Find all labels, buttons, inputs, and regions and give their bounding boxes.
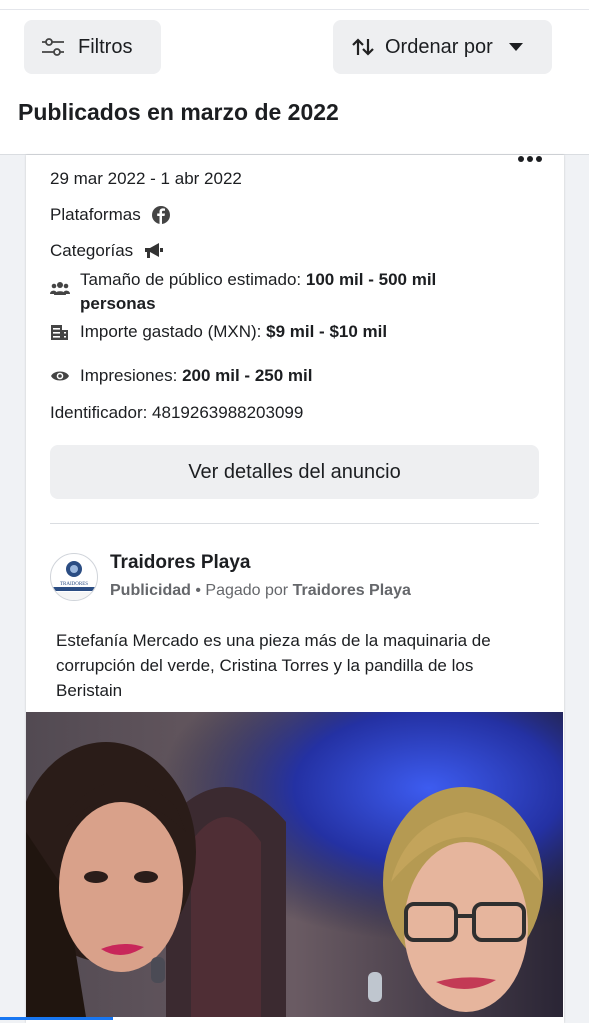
audience-row: Tamaño de público estimado: 100 mil - 50… [50,268,436,316]
section-title: Publicados en marzo de 2022 [18,99,339,125]
audience-label: Tamaño de público estimado: [80,270,306,289]
post-image[interactable] [26,712,563,1017]
money-icon [50,322,70,342]
facebook-icon [151,205,171,225]
megaphone-icon [143,242,165,260]
more-dots-icon[interactable] [517,150,543,168]
scroll-indicator [0,1017,113,1020]
post-meta: Publicidad • Pagado por Traidores Playa [110,582,411,600]
impressions-value: 200 mil - 250 mil [182,366,313,385]
impressions-row: Impresiones: 200 mil - 250 mil [50,366,312,386]
avatar-logo-text: TRAIDORES [60,582,88,587]
eye-icon [50,369,70,383]
filter-sliders-icon [40,37,66,57]
sort-button[interactable]: Ordenar por [333,20,552,74]
platforms-label: Plataformas [50,205,141,224]
spend-value: $9 mil - $10 mil [266,322,388,341]
categories-row: Categorías [50,241,165,261]
page-name-link[interactable]: Traidores Playa [110,552,250,574]
filters-label: Filtros [78,35,133,58]
caret-down-icon [508,42,523,52]
filters-button[interactable]: Filtros [24,20,161,74]
paid-by-name: Traidores Playa [292,582,411,599]
paid-by-prefix: • Pagado por [190,582,293,599]
spend-row: Importe gastado (MXN): $9 mil - $10 mil [50,322,387,342]
sort-arrows-icon [351,37,375,57]
post-text: Estefanía Mercado es una pieza más de la… [56,631,491,700]
platforms-row: Plataformas [50,205,171,225]
view-ad-details-button[interactable]: Ver detalles del anuncio [50,445,539,499]
top-bar-edge [0,0,589,10]
impressions-label: Impresiones: [80,366,178,385]
date-range: 29 mar 2022 - 1 abr 2022 [50,169,242,188]
ad-identifier: Identificador: 4819263988203099 [50,403,304,422]
avatar[interactable]: TRAIDORES [50,553,98,601]
categories-label: Categorías [50,241,134,260]
audience-value-2: personas [80,294,156,313]
people-icon [50,280,70,296]
spend-label: Importe gastado (MXN): [80,322,262,341]
card-divider [50,523,539,524]
audience-value: 100 mil - 500 mil [305,270,437,289]
sponsored-label: Publicidad [110,582,191,599]
sort-label: Ordenar por [385,35,493,58]
